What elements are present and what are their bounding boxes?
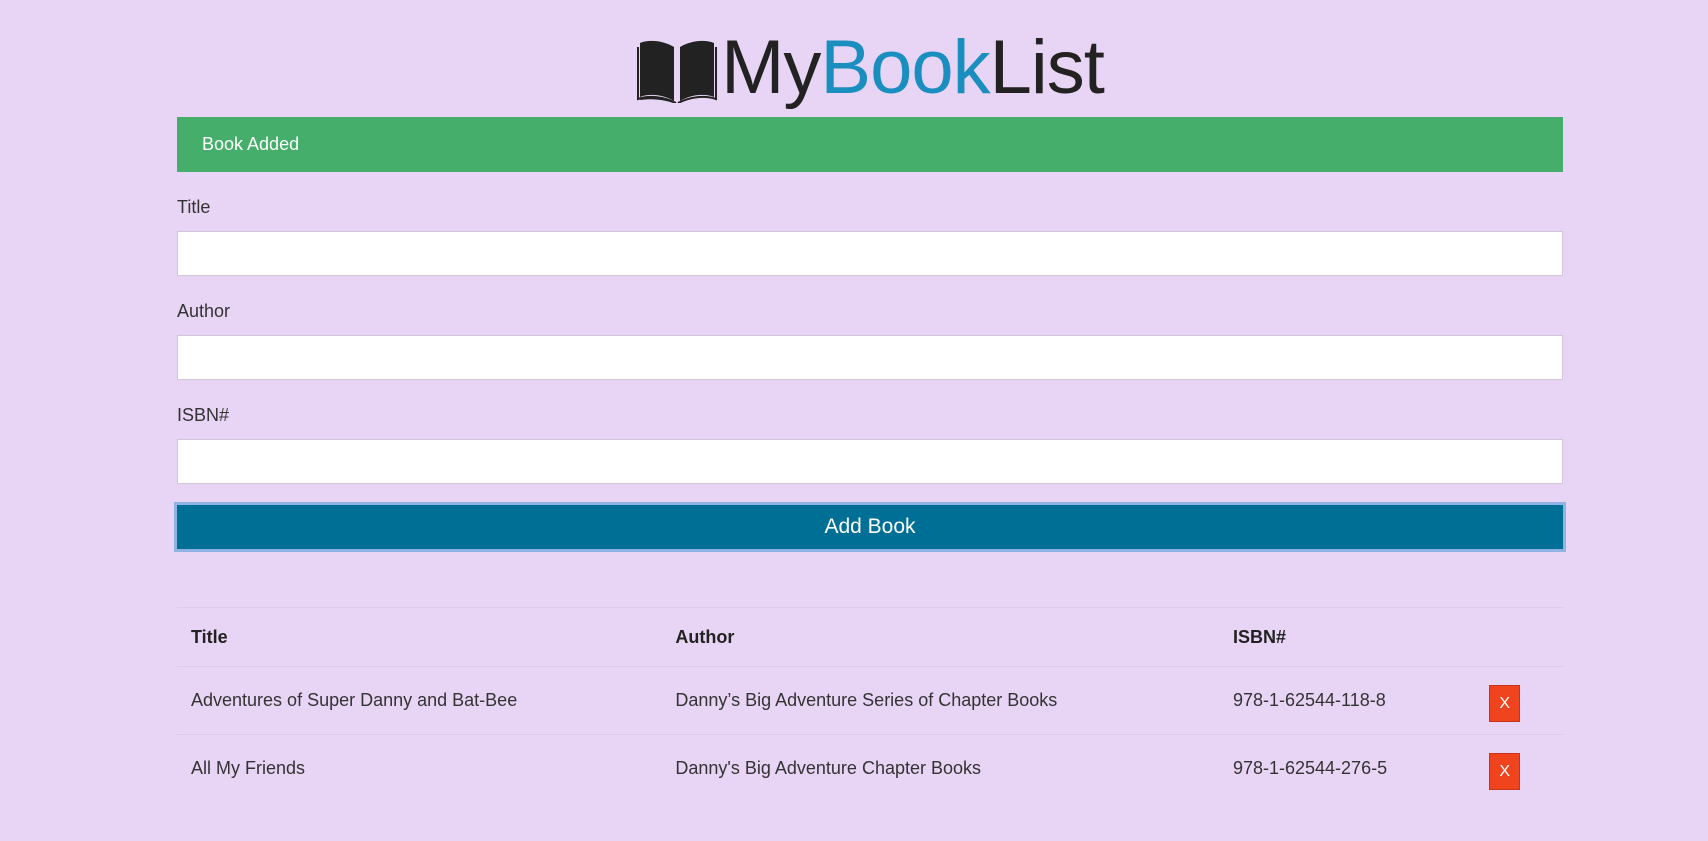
success-alert: Book Added	[177, 117, 1563, 172]
table-row: All My Friends Danny's Big Adventure Cha…	[177, 734, 1563, 802]
book-table: Title Author ISBN# Adventures of Super D…	[177, 607, 1563, 802]
app-container: My Book List Book Added Title Author ISBN#…	[174, 0, 1566, 802]
isbn-label: ISBN#	[177, 405, 230, 425]
delete-cell: X	[1475, 666, 1563, 735]
book-author-cell: Danny's Big Adventure Chapter Books	[661, 734, 1219, 802]
table-row: Adventures of Super Danny and Bat-Bee Da…	[177, 666, 1563, 735]
author-field-group: Author	[177, 300, 1563, 380]
open-book-icon	[637, 40, 718, 103]
isbn-field-group: ISBN#	[177, 404, 1563, 484]
column-header-title: Title	[177, 607, 662, 667]
delete-cell: X	[1475, 734, 1563, 802]
logo-text-list: List	[989, 25, 1105, 110]
header: My Book List	[177, 0, 1563, 117]
column-header-delete	[1475, 607, 1563, 667]
book-title-cell: Adventures of Super Danny and Bat-Bee	[177, 666, 662, 735]
title-label: Title	[177, 197, 211, 217]
delete-book-button[interactable]: X	[1489, 685, 1521, 722]
column-header-isbn: ISBN#	[1218, 607, 1476, 667]
book-isbn-cell: 978-1-62544-118-8	[1218, 666, 1476, 735]
add-book-button[interactable]: Add Book	[174, 502, 1566, 552]
logo: My Book List	[636, 25, 1105, 110]
book-isbn-cell: 978-1-62544-276-5	[1218, 734, 1476, 802]
book-author-cell: Danny’s Big Adventure Series of Chapter …	[661, 666, 1219, 735]
logo-text-my: My	[721, 25, 821, 110]
column-header-author: Author	[661, 607, 1219, 667]
author-label: Author	[177, 301, 231, 321]
title-field-group: Title	[177, 196, 1563, 276]
add-book-form: Title Author ISBN# Add Book	[174, 196, 1566, 552]
delete-book-button[interactable]: X	[1489, 753, 1521, 790]
logo-text-book: Book	[820, 25, 990, 110]
isbn-input[interactable]	[177, 439, 1563, 484]
author-input[interactable]	[177, 335, 1563, 380]
book-title-cell: All My Friends	[177, 734, 662, 802]
title-input[interactable]	[177, 231, 1563, 276]
table-header-row: Title Author ISBN#	[177, 607, 1563, 667]
